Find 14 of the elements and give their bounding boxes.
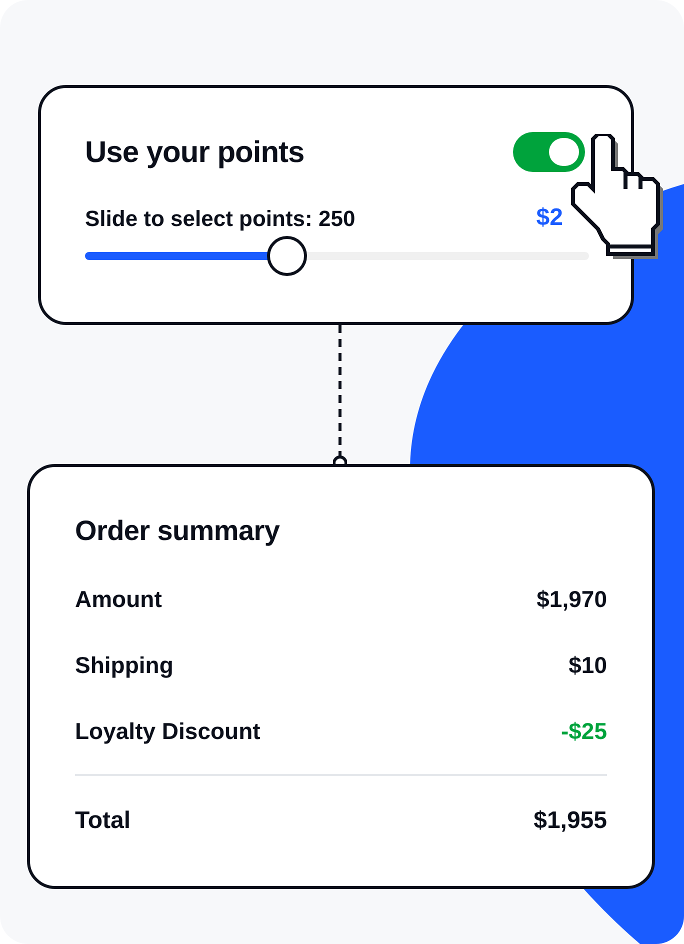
toggle-switch[interactable] <box>513 132 585 172</box>
slider-label: Slide to select points: 250 <box>85 204 356 233</box>
row-label: Amount <box>75 584 162 614</box>
row-value: -$25 <box>560 716 607 746</box>
row-value: $10 <box>568 650 607 680</box>
row-label: Loyalty Discount <box>75 716 260 746</box>
total-value: $1,955 <box>534 806 607 836</box>
slider-thumb[interactable] <box>266 236 307 276</box>
points-value: $2 <box>536 203 563 233</box>
card-title: Use your points <box>85 134 304 170</box>
total-label: Total <box>75 806 131 836</box>
row-value: $1,970 <box>536 584 607 614</box>
summary-title: Order summary <box>75 514 281 548</box>
row-label: Shipping <box>75 650 174 680</box>
